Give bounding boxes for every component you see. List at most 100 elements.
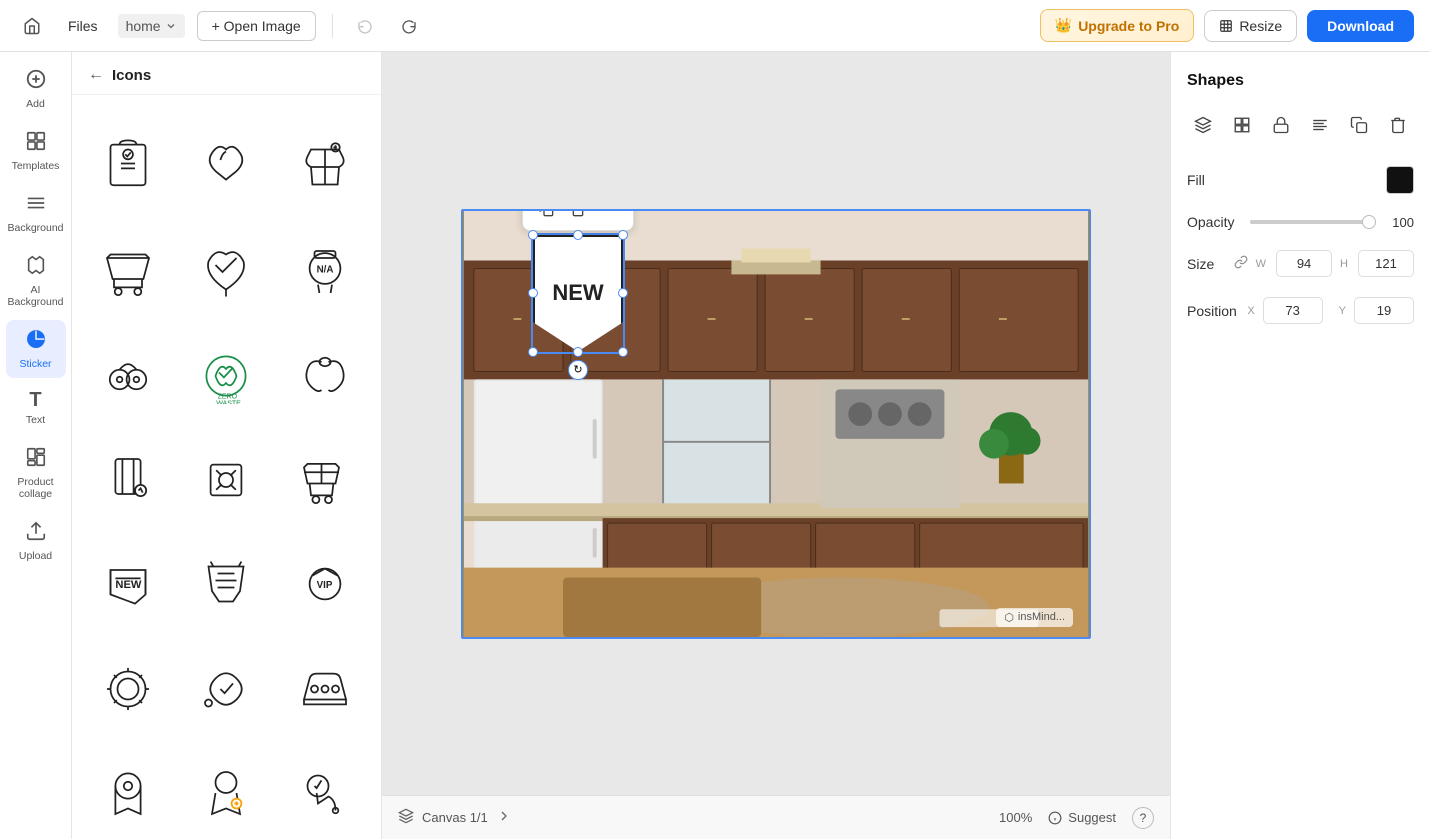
list-item[interactable] bbox=[82, 731, 174, 829]
download-button[interactable]: Download bbox=[1307, 10, 1414, 42]
align-button[interactable] bbox=[1305, 108, 1336, 142]
background-icon bbox=[25, 192, 47, 218]
tool-upload[interactable]: Upload bbox=[6, 512, 66, 570]
size-h-input[interactable] bbox=[1358, 250, 1414, 277]
resize-handle-bl[interactable] bbox=[528, 347, 538, 357]
canvas-image[interactable]: NEW ↻ bbox=[461, 209, 1091, 639]
resize-button[interactable]: Resize bbox=[1204, 10, 1297, 42]
fill-row: Fill bbox=[1187, 166, 1414, 194]
link-icon[interactable] bbox=[1234, 255, 1248, 272]
list-item[interactable] bbox=[180, 626, 272, 724]
upgrade-button[interactable]: 👑 Upgrade to Pro bbox=[1040, 9, 1195, 42]
list-item[interactable] bbox=[82, 418, 174, 516]
svg-text:N/A: N/A bbox=[316, 264, 333, 275]
list-item[interactable] bbox=[82, 105, 174, 203]
delete-panel-button[interactable] bbox=[1383, 108, 1414, 142]
svg-text:WASTE: WASTE bbox=[217, 400, 242, 404]
canvas-container[interactable]: NEW ↻ bbox=[382, 52, 1170, 795]
list-item[interactable] bbox=[279, 314, 371, 412]
ai-background-icon bbox=[25, 254, 47, 280]
pos-y-input[interactable] bbox=[1354, 297, 1414, 324]
icons-grid: N/A ZERO bbox=[72, 95, 381, 839]
rotate-handle[interactable]: ↻ bbox=[568, 360, 588, 380]
resize-handle-tl[interactable] bbox=[528, 230, 538, 240]
floating-toolbar bbox=[522, 209, 634, 231]
opacity-slider-fill bbox=[1250, 220, 1376, 224]
help-button[interactable]: ? bbox=[1132, 807, 1154, 829]
tool-add[interactable]: Add bbox=[6, 60, 66, 118]
undo-button[interactable] bbox=[349, 10, 381, 42]
list-item[interactable] bbox=[180, 522, 272, 620]
collage-icon bbox=[25, 446, 47, 472]
tool-sticker[interactable]: Sticker bbox=[6, 320, 66, 378]
svg-text:NEW: NEW bbox=[116, 580, 143, 592]
svg-text:ZERO: ZERO bbox=[218, 393, 238, 400]
home-dropdown[interactable]: home bbox=[118, 14, 185, 38]
text-icon: T bbox=[29, 390, 41, 410]
resize-handle-tr[interactable] bbox=[618, 230, 628, 240]
resize-handle-bm[interactable] bbox=[573, 347, 583, 357]
open-image-button[interactable]: + Open Image bbox=[197, 11, 316, 41]
home-icon-btn[interactable] bbox=[16, 10, 48, 42]
list-item[interactable]: VIP bbox=[279, 522, 371, 620]
list-item[interactable] bbox=[180, 209, 272, 307]
selected-sticker[interactable]: NEW ↻ bbox=[531, 233, 625, 354]
list-item[interactable]: NEW bbox=[82, 522, 174, 620]
resize-handle-mr[interactable] bbox=[618, 288, 628, 298]
delete-button[interactable] bbox=[563, 209, 593, 224]
crown-icon: 👑 bbox=[1055, 17, 1072, 34]
tool-ai-background[interactable]: AI Background bbox=[6, 246, 66, 316]
size-w-input[interactable] bbox=[1276, 250, 1332, 277]
copy-button[interactable] bbox=[1344, 108, 1375, 142]
pos-x-label: X bbox=[1247, 305, 1254, 317]
opacity-slider-thumb[interactable] bbox=[1362, 215, 1376, 229]
panel-title: Shapes bbox=[1187, 72, 1414, 90]
fill-color-swatch[interactable] bbox=[1386, 166, 1414, 194]
list-item[interactable] bbox=[82, 626, 174, 724]
list-item[interactable] bbox=[279, 626, 371, 724]
opacity-label: Opacity bbox=[1187, 214, 1234, 230]
tool-product-collage[interactable]: Product collage bbox=[6, 438, 66, 508]
tool-templates[interactable]: Templates bbox=[6, 122, 66, 180]
tool-text[interactable]: T Text bbox=[6, 382, 66, 434]
opacity-row: Opacity 100 bbox=[1187, 214, 1414, 230]
layers-icon bbox=[398, 808, 414, 827]
canvas-area: NEW ↻ bbox=[382, 52, 1170, 839]
tool-background[interactable]: Background bbox=[6, 184, 66, 242]
list-item[interactable] bbox=[180, 105, 272, 203]
back-button[interactable]: ← bbox=[88, 66, 104, 84]
resize-handle-br[interactable] bbox=[618, 347, 628, 357]
suggest-button[interactable]: Suggest bbox=[1048, 810, 1116, 825]
list-item[interactable] bbox=[279, 731, 371, 829]
list-item[interactable]: N/A bbox=[279, 209, 371, 307]
plus-icon bbox=[25, 68, 47, 94]
arrange-button[interactable] bbox=[1226, 108, 1257, 142]
right-panel: Shapes Fill bbox=[1170, 52, 1430, 839]
more-button[interactable] bbox=[595, 209, 625, 224]
main-layout: Add Templates Background AI Background S… bbox=[0, 52, 1430, 839]
opacity-value: 100 bbox=[1384, 215, 1414, 230]
panel-icons-row bbox=[1187, 108, 1414, 142]
suggest-label: Suggest bbox=[1068, 810, 1116, 825]
redo-button[interactable] bbox=[393, 10, 425, 42]
files-button[interactable]: Files bbox=[60, 14, 106, 38]
pos-x-input[interactable] bbox=[1263, 297, 1323, 324]
canvas-label: Canvas 1/1 bbox=[422, 810, 488, 825]
list-item[interactable] bbox=[180, 731, 272, 829]
resize-handle-tm[interactable] bbox=[573, 230, 583, 240]
list-item[interactable] bbox=[279, 418, 371, 516]
list-item[interactable] bbox=[279, 105, 371, 203]
list-item[interactable] bbox=[82, 209, 174, 307]
layers-order-button[interactable] bbox=[1187, 108, 1218, 142]
list-item[interactable] bbox=[82, 314, 174, 412]
list-item[interactable]: ZERO WASTE bbox=[180, 314, 272, 412]
duplicate-button[interactable] bbox=[531, 209, 561, 224]
resize-handle-ml[interactable] bbox=[528, 288, 538, 298]
watermark: ⬡ insMind... bbox=[996, 608, 1073, 627]
sticker-new-banner: NEW bbox=[533, 235, 623, 352]
list-item[interactable] bbox=[180, 418, 272, 516]
canvas-nav-icon[interactable] bbox=[496, 808, 512, 827]
lock-button[interactable] bbox=[1265, 108, 1296, 142]
watermark-icon: ⬡ bbox=[1004, 611, 1014, 624]
opacity-slider[interactable] bbox=[1250, 220, 1376, 224]
